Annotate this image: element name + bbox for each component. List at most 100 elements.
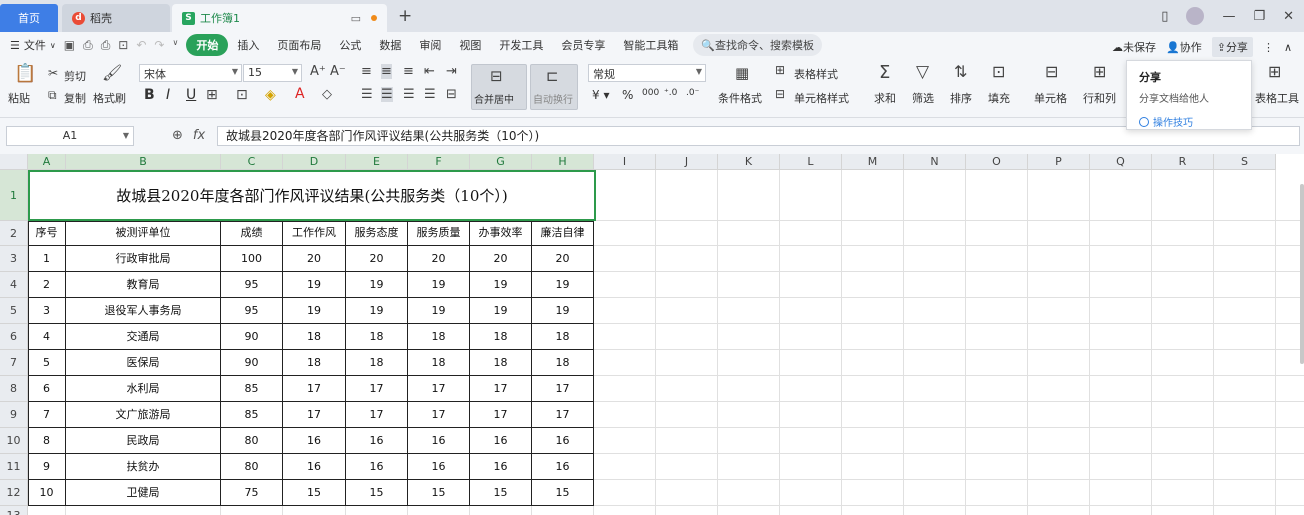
- column-header-b[interactable]: B: [66, 154, 221, 170]
- column-header-e[interactable]: E: [346, 154, 408, 170]
- menu-smart-tools[interactable]: 智能工具箱: [614, 37, 687, 53]
- sum-icon[interactable]: Σ: [879, 62, 890, 83]
- table-cell[interactable]: 水利局: [66, 376, 221, 402]
- table-header-cell[interactable]: 被测评单位: [66, 221, 221, 246]
- table-cell[interactable]: 教育局: [66, 272, 221, 298]
- print-icon[interactable]: ⎙: [101, 38, 111, 53]
- table-cell[interactable]: 80: [221, 428, 283, 454]
- restore-icon[interactable]: ❐: [1253, 9, 1265, 24]
- row-header-7[interactable]: 7: [0, 350, 28, 376]
- table-cell[interactable]: 2: [28, 272, 66, 298]
- table-header-cell[interactable]: 工作作风: [283, 221, 346, 246]
- table-cell[interactable]: 19: [408, 298, 470, 324]
- menu-member[interactable]: 会员专享: [552, 37, 614, 53]
- table-cell[interactable]: 16: [283, 454, 346, 480]
- menu-view[interactable]: 视图: [450, 37, 490, 53]
- table-header-cell[interactable]: 服务态度: [346, 221, 408, 246]
- table-cell[interactable]: 19: [346, 272, 408, 298]
- table-cell[interactable]: 20: [283, 246, 346, 272]
- font-name-select[interactable]: 宋体 ▼: [139, 64, 242, 82]
- sum-button[interactable]: 求和: [874, 90, 896, 106]
- new-tab-plus-icon[interactable]: +: [398, 6, 412, 26]
- font-color-icon[interactable]: A: [295, 86, 305, 102]
- table-cell[interactable]: 17: [470, 402, 532, 428]
- table-cell[interactable]: 17: [470, 376, 532, 402]
- table-cell[interactable]: 19: [470, 298, 532, 324]
- menu-formula[interactable]: 公式: [330, 37, 370, 53]
- table-cell[interactable]: 16: [532, 428, 594, 454]
- minimize-icon[interactable]: —: [1222, 9, 1235, 24]
- table-cell[interactable]: 16: [408, 454, 470, 480]
- menu-insert[interactable]: 插入: [228, 37, 268, 53]
- table-header-cell[interactable]: 服务质量: [408, 221, 470, 246]
- column-header-m[interactable]: M: [842, 154, 904, 170]
- align-right-icon[interactable]: ☰: [403, 87, 415, 102]
- row-col-button[interactable]: 行和列: [1083, 90, 1116, 106]
- row-header-10[interactable]: 10: [0, 428, 28, 454]
- column-header-j[interactable]: J: [656, 154, 718, 170]
- table-cell[interactable]: 18: [532, 324, 594, 350]
- decimal-increase-icon[interactable]: ⁺.0: [664, 88, 677, 98]
- table-cell[interactable]: 19: [532, 272, 594, 298]
- table-cell[interactable]: 95: [221, 298, 283, 324]
- save-icon[interactable]: ▣: [64, 38, 75, 53]
- fill-button[interactable]: 填充: [988, 90, 1010, 106]
- row-header-3[interactable]: 3: [0, 246, 28, 272]
- table-cell[interactable]: 卫健局: [66, 480, 221, 506]
- table-header-cell[interactable]: 廉洁自律: [532, 221, 594, 246]
- collapse-ribbon-icon[interactable]: ∧: [1284, 41, 1292, 54]
- undo-icon[interactable]: ↶: [136, 38, 146, 53]
- table-cell[interactable]: 7: [28, 402, 66, 428]
- font-size-select[interactable]: 15 ▼: [243, 64, 302, 82]
- tab-home[interactable]: 首页: [0, 4, 58, 32]
- table-cell[interactable]: 18: [470, 324, 532, 350]
- table-cell[interactable]: 16: [346, 454, 408, 480]
- file-menu[interactable]: ☰ 文件 ∨: [0, 37, 56, 53]
- percent-icon[interactable]: %: [622, 88, 633, 102]
- format-painter-icon[interactable]: 🖌: [102, 63, 122, 82]
- table-cell[interactable]: 医保局: [66, 350, 221, 376]
- chevron-down-icon[interactable]: ∨: [172, 38, 178, 53]
- indent-increase-icon[interactable]: ⇥: [446, 64, 457, 79]
- spreadsheet-grid[interactable]: ABCDEFGHIJKLMNOPQRS 12345678910111213 序号…: [0, 154, 1304, 515]
- table-cell[interactable]: 5: [28, 350, 66, 376]
- table-cell[interactable]: 20: [346, 246, 408, 272]
- paste-icon[interactable]: 📋: [14, 63, 36, 84]
- share-button[interactable]: ⇪分享: [1211, 37, 1253, 57]
- column-header-c[interactable]: C: [221, 154, 283, 170]
- table-header-cell[interactable]: 成绩: [221, 221, 283, 246]
- name-box[interactable]: A1 ▼: [6, 126, 134, 146]
- table-cell[interactable]: 17: [346, 376, 408, 402]
- table-cell[interactable]: 19: [470, 272, 532, 298]
- row-header-1[interactable]: 1: [0, 170, 28, 221]
- table-cell[interactable]: 文广旅游局: [66, 402, 221, 428]
- table-cell[interactable]: 8: [28, 428, 66, 454]
- filter-icon[interactable]: ▽: [916, 62, 929, 82]
- table-cell[interactable]: 10: [28, 480, 66, 506]
- table-cell[interactable]: 16: [532, 454, 594, 480]
- table-cell[interactable]: 4: [28, 324, 66, 350]
- table-cell[interactable]: 75: [221, 480, 283, 506]
- avatar[interactable]: [1186, 7, 1205, 25]
- menu-data[interactable]: 数据: [370, 37, 410, 53]
- cell-icon[interactable]: ⊟: [1045, 62, 1058, 81]
- thousands-icon[interactable]: 000: [642, 88, 659, 98]
- table-cell[interactable]: 90: [221, 324, 283, 350]
- column-header-f[interactable]: F: [408, 154, 470, 170]
- column-header-a[interactable]: A: [28, 154, 66, 170]
- table-cell[interactable]: 16: [283, 428, 346, 454]
- table-cell[interactable]: 20: [408, 246, 470, 272]
- table-cell[interactable]: 15: [532, 480, 594, 506]
- table-tools-button[interactable]: 表格工具: [1255, 90, 1299, 106]
- align-middle-icon[interactable]: ≡: [381, 64, 392, 79]
- table-tools-icon[interactable]: ⊞: [1268, 62, 1281, 81]
- more-icon[interactable]: ⋮: [1263, 41, 1274, 54]
- paste-button[interactable]: 粘贴: [8, 90, 30, 106]
- column-header-i[interactable]: I: [594, 154, 656, 170]
- redo-icon[interactable]: ↷: [154, 38, 164, 53]
- cell-style-icon[interactable]: ⊡: [236, 87, 248, 103]
- tab-workbook[interactable]: S 工作簿1 ▭: [172, 4, 387, 32]
- table-cell[interactable]: 20: [470, 246, 532, 272]
- table-cell[interactable]: 17: [283, 376, 346, 402]
- cell-button[interactable]: 单元格: [1034, 90, 1067, 106]
